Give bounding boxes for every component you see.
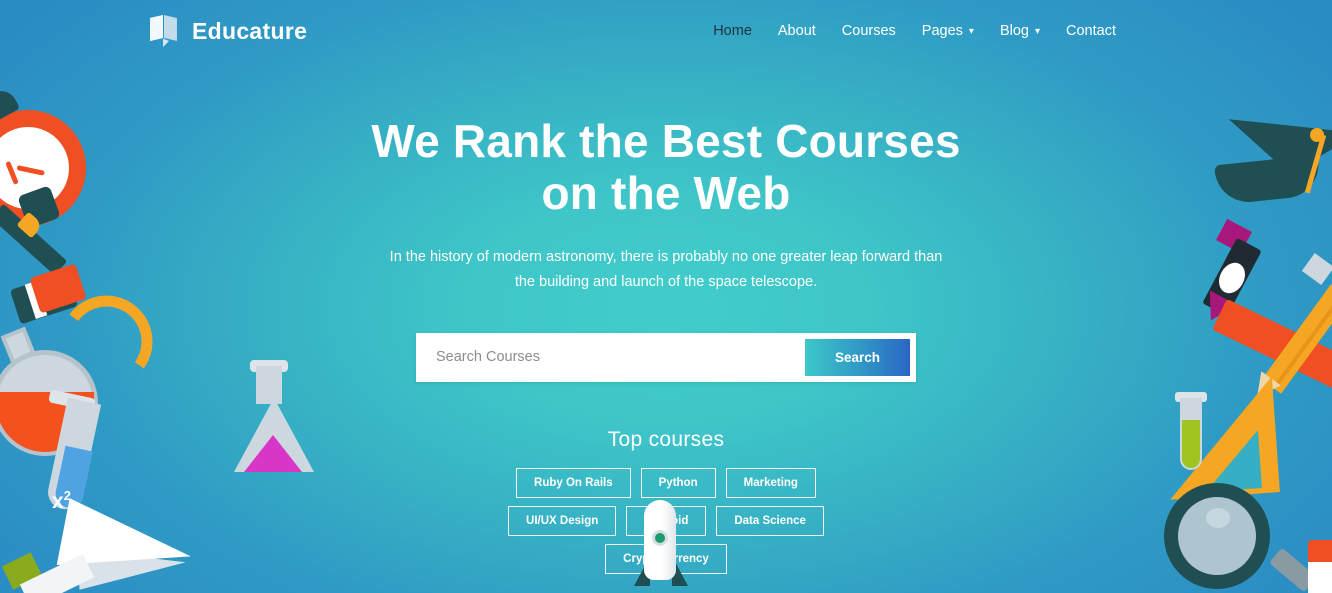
- tag-ui-ux-design[interactable]: UI/UX Design: [508, 505, 617, 536]
- nav-item-blog-label: Blog: [999, 23, 1029, 39]
- subtitle-line-2: the building and launch of the space tel…: [514, 273, 818, 290]
- tag-row: Ruby On Rails Python Marketing: [516, 467, 816, 498]
- page-title: We Rank the Best Courses on the Web: [0, 115, 1332, 219]
- chevron-down-icon: ▾: [1034, 25, 1041, 37]
- hero-subtitle: In the history of modern astronomy, ther…: [0, 245, 1332, 295]
- headline-line-1: We Rank the Best Courses: [371, 115, 961, 167]
- hero-section: x2 Educature Home About Courses Pages ▾ …: [0, 0, 1332, 593]
- nav-item-courses[interactable]: Courses: [842, 23, 896, 39]
- chevron-down-icon: ▾: [968, 25, 974, 37]
- nav-item-pages-label: Pages: [921, 23, 963, 39]
- top-courses-heading: Top courses: [607, 427, 725, 451]
- nav-item-about[interactable]: About: [778, 23, 816, 39]
- tag-python[interactable]: Python: [640, 467, 716, 498]
- nav-item-home-label: Home: [713, 23, 752, 39]
- search-bar: Search: [416, 332, 916, 382]
- nav-item-courses-label: Courses: [841, 23, 896, 39]
- open-book-icon: [150, 15, 177, 47]
- nav-item-about-label: About: [777, 23, 816, 39]
- search-input[interactable]: [422, 340, 805, 375]
- headline-line-2: on the Web: [541, 166, 791, 219]
- search-button[interactable]: Search: [804, 338, 910, 376]
- nav-item-contact-label: Contact: [1066, 23, 1116, 39]
- tag-marketing[interactable]: Marketing: [725, 467, 816, 498]
- nav-item-blog[interactable]: Blog ▾: [1000, 23, 1040, 39]
- subtitle-line-1: In the history of modern astronomy, ther…: [389, 249, 943, 266]
- brand-logo[interactable]: Educature: [148, 14, 307, 48]
- rocket-icon: [634, 500, 688, 593]
- nav-item-home[interactable]: Home: [713, 23, 752, 39]
- nav-links: Home About Courses Pages ▾ Blog ▾ Contac…: [713, 23, 1116, 39]
- nav-item-pages[interactable]: Pages ▾: [922, 23, 974, 39]
- tag-ruby-on-rails[interactable]: Ruby On Rails: [516, 467, 631, 498]
- rocket-window-icon: [652, 530, 668, 546]
- brand-name: Educature: [192, 17, 308, 44]
- nav-item-contact[interactable]: Contact: [1066, 23, 1116, 39]
- navbar: Educature Home About Courses Pages ▾ Blo…: [0, 0, 1332, 62]
- tag-data-science[interactable]: Data Science: [716, 505, 824, 536]
